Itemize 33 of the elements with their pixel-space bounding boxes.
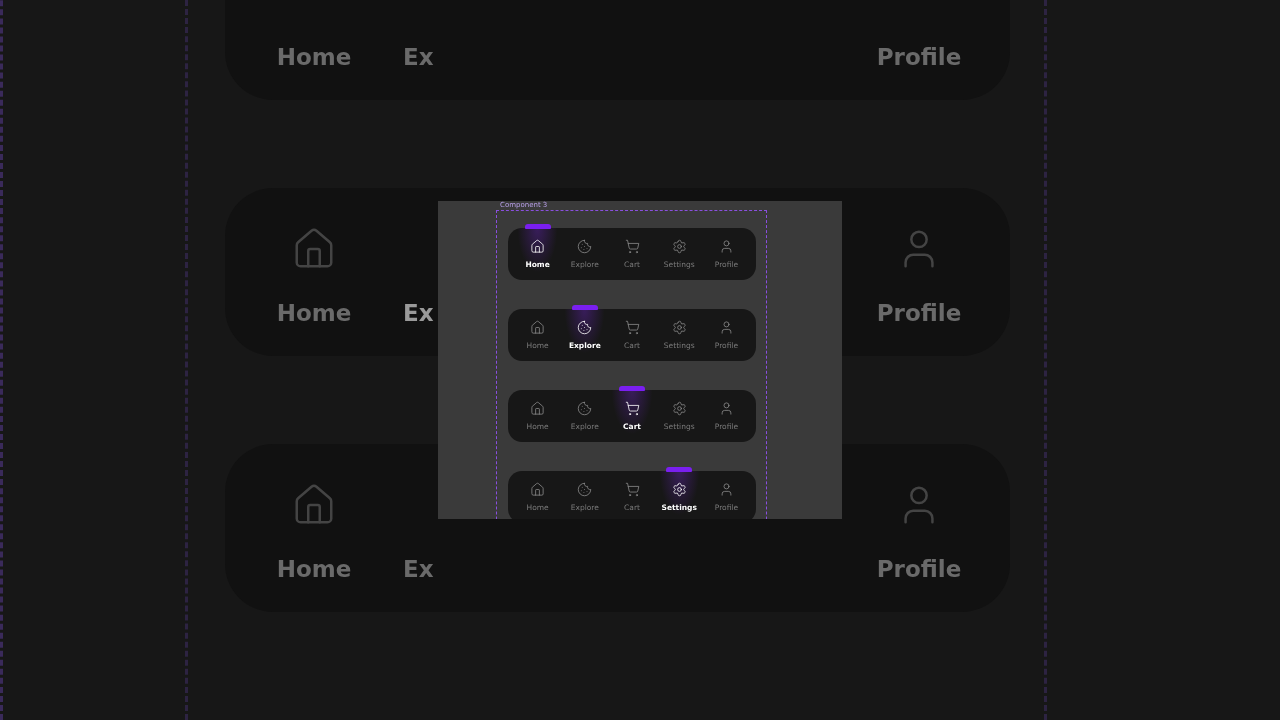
active-indicator (524, 224, 551, 229)
settings-icon (671, 320, 687, 335)
user-icon (718, 320, 734, 335)
nav-label: Home (276, 556, 352, 582)
user-icon (718, 401, 734, 416)
active-indicator (571, 305, 598, 310)
nav-label: Profile (876, 556, 962, 582)
cart-icon (624, 401, 640, 416)
cart-icon (624, 482, 640, 497)
nav-label: Home (276, 44, 352, 70)
cart-icon (624, 239, 640, 254)
active-indicator (666, 467, 693, 472)
cookie-icon (577, 320, 593, 335)
house-icon (530, 401, 546, 416)
cart-icon (624, 320, 640, 335)
nav-label: Ex (403, 300, 434, 326)
house-icon (530, 482, 546, 497)
nav-label: Ex (403, 556, 434, 582)
house-icon (530, 239, 546, 254)
nav-label: Profile (876, 44, 962, 70)
settings-icon (671, 401, 687, 416)
nav-label: Home (276, 300, 352, 326)
active-indicator (619, 386, 645, 391)
house-icon (530, 320, 546, 335)
user-icon (718, 239, 734, 254)
cookie-icon (577, 482, 593, 497)
user-icon (718, 482, 734, 497)
settings-icon (671, 239, 687, 254)
settings-icon (671, 482, 687, 497)
cookie-icon (577, 239, 593, 254)
nav-label: Ex (403, 44, 434, 70)
cookie-icon (577, 401, 593, 416)
nav-label: Profile (876, 300, 962, 326)
